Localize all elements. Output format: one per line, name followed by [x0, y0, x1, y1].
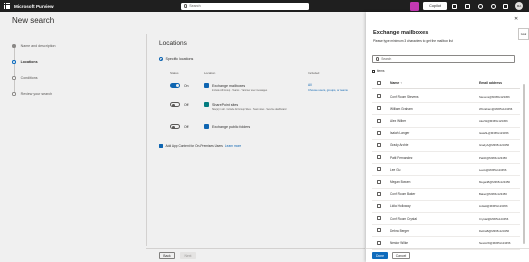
search-icon — [376, 57, 380, 61]
mailbox-row[interactable]: William Graham WGraham@M365x123456 — [372, 102, 520, 116]
mailbox-row[interactable]: Lidia Holloway LidiaH@M365x123456 — [372, 200, 520, 213]
row-checkbox[interactable] — [377, 94, 381, 99]
row-checkbox[interactable] — [377, 118, 381, 123]
mailbox-name: Conf Room Stevens — [390, 94, 419, 99]
row-checkbox[interactable] — [377, 240, 381, 245]
email-column-header[interactable]: Email address — [479, 81, 502, 85]
notifications-icon[interactable] — [452, 3, 457, 9]
panel-title: Exchange mailboxes — [373, 30, 429, 36]
mailbox-email: LidiaH@M365x123456 — [479, 204, 508, 209]
mailbox-name: Nestor Wilke — [390, 240, 409, 245]
mailbox-email: Baker@M365x123456 — [479, 192, 507, 197]
mailbox-name: Isaiah Langer — [390, 131, 410, 136]
mailbox-search-input[interactable]: Search — [372, 55, 515, 63]
search-placeholder: Search — [381, 57, 392, 61]
app-title[interactable]: Microsoft Purview — [14, 4, 94, 9]
mailbox-row[interactable]: Alex Wilber AlexW@M365x123456 — [372, 114, 520, 128]
search-placeholder: Search — [189, 4, 201, 8]
row-checkbox[interactable] — [377, 130, 381, 135]
row-checkbox[interactable] — [377, 204, 381, 209]
row-checkbox[interactable] — [377, 179, 381, 184]
mailbox-name: Debra Berger — [390, 228, 410, 233]
mailbox-name: Lidia Holloway — [390, 204, 411, 209]
panel-subtitle: Please type minimum 3 characters to get … — [373, 39, 453, 43]
mailbox-email: GradyA@M365x123456 — [479, 143, 510, 148]
done-button[interactable]: Done — [372, 252, 388, 259]
mailbox-email: MeganB@M365x123456 — [479, 179, 510, 184]
settings-icon[interactable] — [478, 3, 483, 9]
exchange-mailboxes-panel: ✕ Exchange mailboxes Please type minimum… — [366, 12, 529, 262]
mailbox-row[interactable]: Megan Bowen MeganB@M365x123456 — [372, 175, 520, 189]
mailbox-email: PattiF@M365x123456 — [479, 155, 507, 160]
feedback-icon[interactable] — [503, 3, 508, 9]
row-checkbox[interactable] — [377, 167, 381, 172]
mailbox-email: NestorW@M365x123456 — [479, 240, 511, 245]
mailbox-row[interactable]: Grady Archie GradyA@M365x123456 — [372, 139, 520, 152]
mailbox-name: Lee Gu — [390, 167, 401, 172]
row-checkbox[interactable] — [377, 228, 381, 233]
copilot-icon[interactable] — [410, 1, 419, 11]
mailbox-email: LeeG@M365x123456 — [479, 167, 507, 172]
row-checkbox[interactable] — [377, 155, 381, 160]
mailbox-name: Conf Room Crystal — [390, 216, 417, 221]
close-icon[interactable]: ✕ — [514, 16, 518, 22]
cancel-button[interactable]: Cancel — [392, 252, 410, 259]
search-icon — [184, 4, 188, 8]
global-search-input[interactable]: Search — [181, 2, 309, 10]
mailbox-email: Stevens@M365x123456 — [479, 94, 510, 99]
items-label: items — [376, 69, 385, 73]
step-dot — [12, 44, 16, 48]
apps-icon[interactable] — [465, 3, 470, 9]
header-divider — [372, 88, 520, 89]
row-checkbox[interactable] — [377, 143, 381, 148]
step-dot — [12, 76, 16, 80]
mailbox-email: AlexW@M365x123456 — [479, 118, 508, 123]
mailbox-name: Conf Room Baker — [390, 192, 416, 197]
mailbox-name: Grady Archie — [390, 143, 409, 148]
name-header-label: Name — [390, 81, 400, 85]
name-column-header[interactable]: Name ↑ — [390, 81, 402, 85]
mailbox-email: Crystal@M365x123456 — [479, 216, 509, 221]
mailbox-email: DebraB@M365x123456 — [479, 228, 510, 233]
mailbox-name: Patti Fernandez — [390, 155, 413, 160]
mailbox-row[interactable]: Debra Berger DebraB@M365x123456 — [372, 224, 520, 238]
mailbox-name: William Graham — [390, 106, 413, 111]
select-all-checkbox[interactable] — [377, 81, 381, 85]
goal-side-tab[interactable]: Goal — [518, 28, 529, 40]
row-checkbox[interactable] — [377, 216, 381, 221]
top-bar: Microsoft Purview Search Copilot MA — [0, 0, 529, 12]
panel-footer-divider — [366, 248, 529, 249]
table-icon — [372, 69, 376, 73]
avatar[interactable]: MA — [515, 2, 523, 10]
row-checkbox[interactable] — [377, 191, 381, 196]
row-checkbox[interactable] — [377, 106, 381, 111]
scrollbar[interactable] — [523, 84, 525, 244]
mailbox-row[interactable]: Conf Room Baker Baker@M365x123456 — [372, 188, 520, 201]
mailbox-email: WGraham@M365x123456 — [479, 106, 513, 111]
mailbox-email: IsaiahL@M365x123456 — [479, 131, 509, 136]
mailbox-name: Megan Bowen — [390, 179, 411, 184]
help-icon[interactable] — [491, 3, 496, 9]
step-dot — [12, 92, 16, 96]
mailbox-row[interactable]: Isaiah Langer IsaiahL@M365x123456 — [372, 127, 520, 140]
step-dot — [12, 60, 16, 64]
app-launcher-icon[interactable] — [4, 3, 10, 9]
modal-overlay[interactable] — [0, 12, 366, 262]
copilot-button[interactable]: Copilot — [423, 2, 447, 10]
mailbox-name: Alex Wilber — [390, 118, 407, 123]
items-count: items — [372, 69, 385, 73]
mailbox-row[interactable]: Lee Gu LeeG@M365x123456 — [372, 163, 520, 177]
